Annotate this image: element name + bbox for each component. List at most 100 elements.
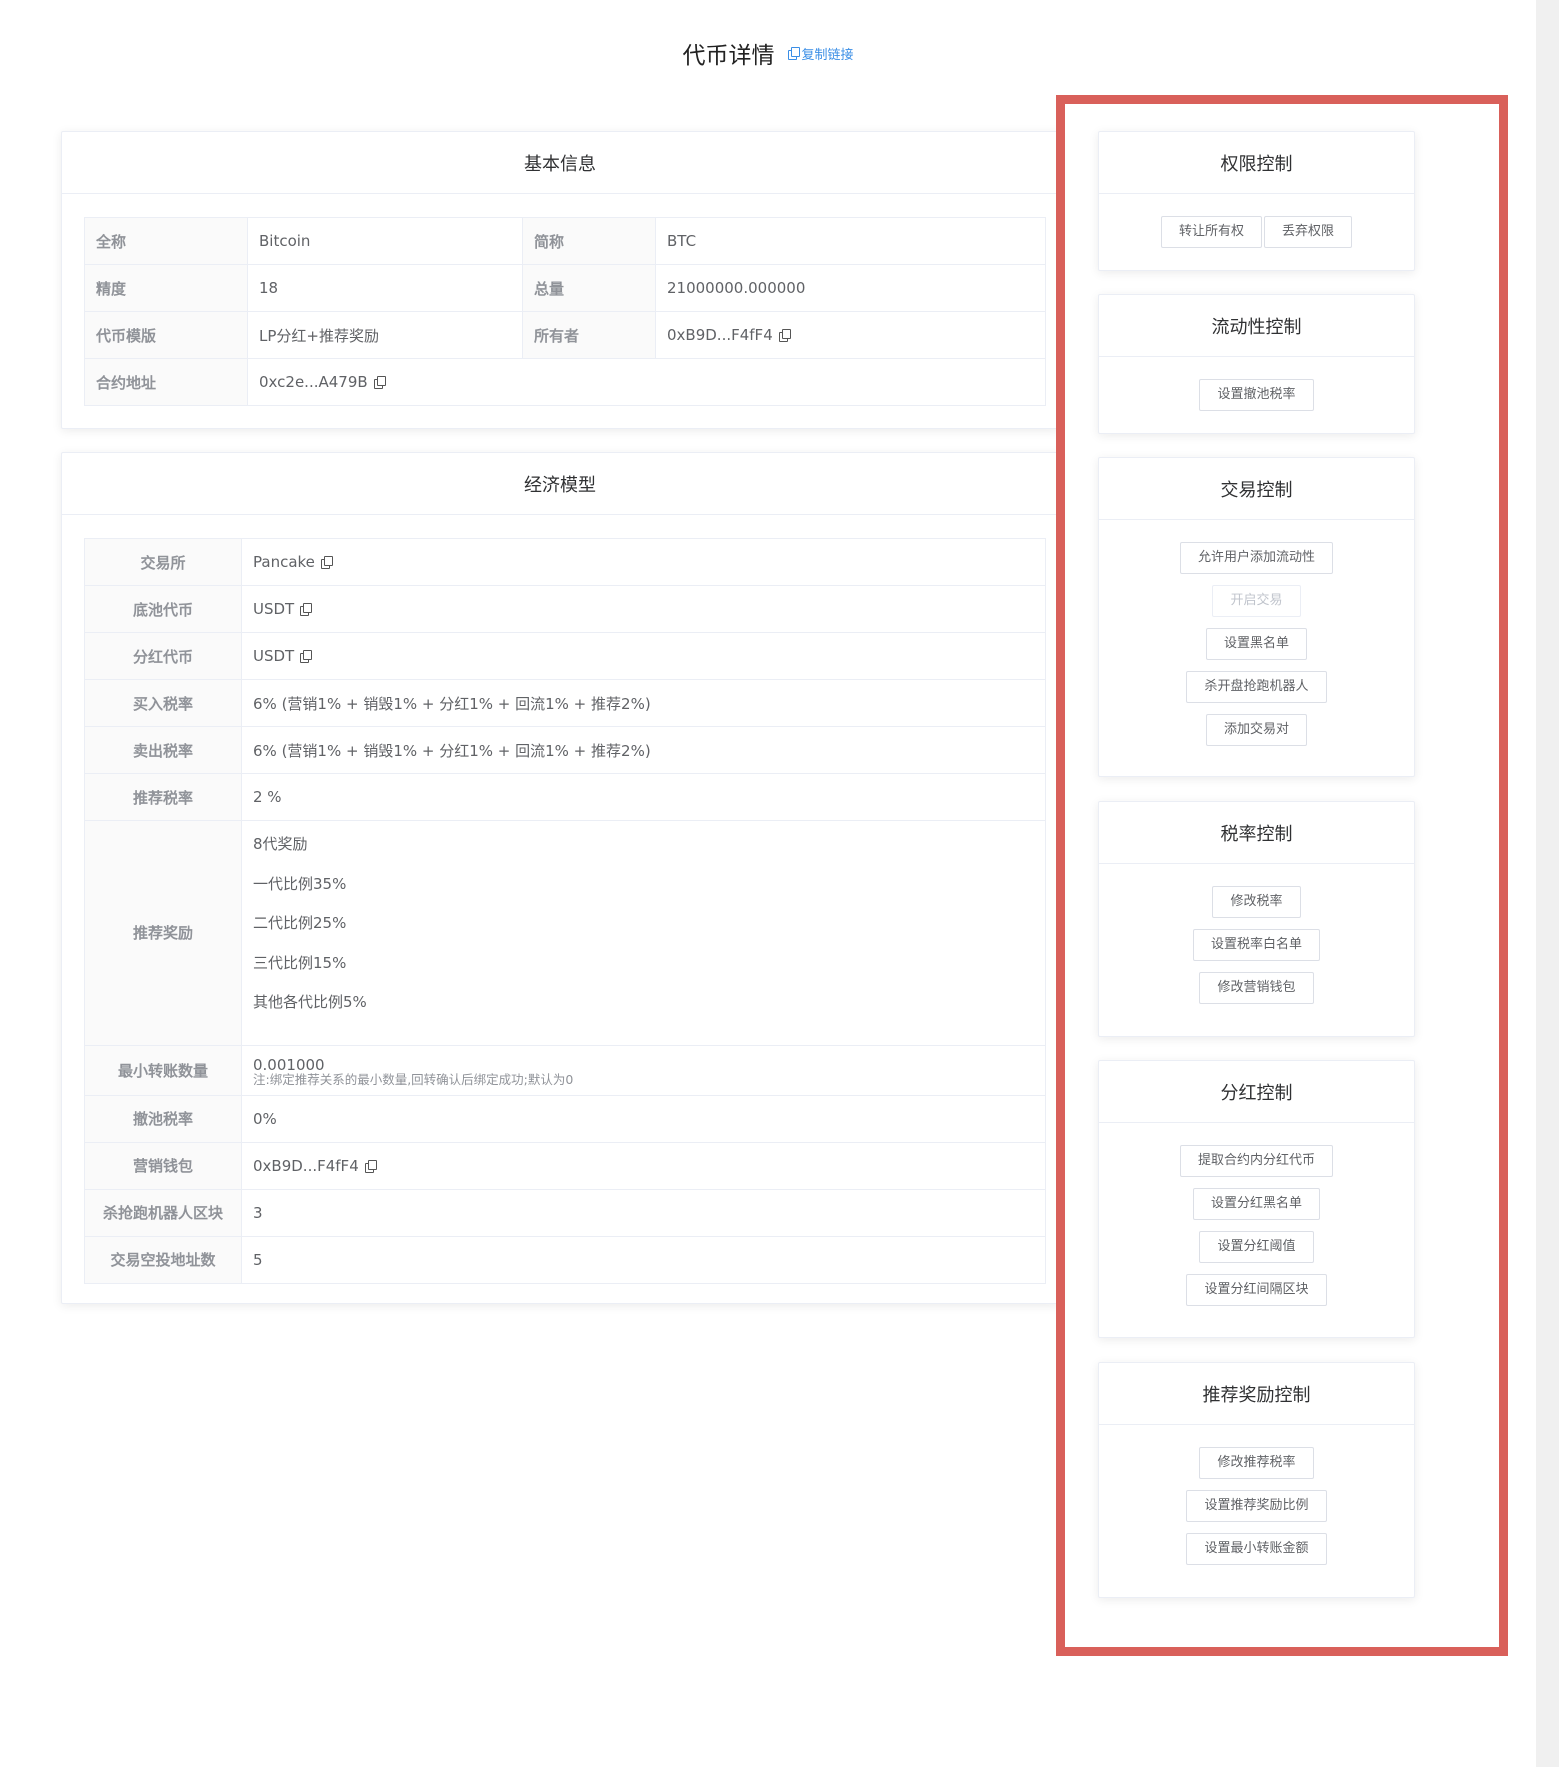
- reward-line: 其他各代比例5%: [253, 993, 367, 1011]
- label-remove-lp-tax: 撤池税率: [84, 1094, 242, 1143]
- economic-model-title: 经济模型: [62, 453, 1058, 515]
- table-row: 分红代币 USDT: [84, 632, 1046, 680]
- dividend-control-title: 分红控制: [1099, 1061, 1414, 1123]
- label-referral-reward: 推荐奖励: [84, 820, 242, 1046]
- set-tax-whitelist-button[interactable]: 设置税率白名单: [1192, 929, 1320, 961]
- value-owner-cell: 0xB9D...F4fF4: [655, 311, 1046, 359]
- label-anti-bot-blocks: 杀抢跑机器人区块: [84, 1188, 242, 1237]
- table-row: 撤池税率 0%: [84, 1094, 1046, 1143]
- label-symbol: 简称: [522, 217, 656, 265]
- modify-referral-tax-button[interactable]: 修改推荐税率: [1199, 1447, 1314, 1479]
- value-remove-lp-tax: 0%: [241, 1094, 1046, 1143]
- tax-control-card: 税率控制 修改税率 设置税率白名单 修改营销钱包: [1098, 801, 1415, 1037]
- dividend-control-buttons: 提取合约内分红代币 设置分红黑名单 设置分红阈值 设置分红间隔区块: [1099, 1123, 1414, 1306]
- value-referral-tax: 2 %: [241, 773, 1046, 821]
- table-row: 杀抢跑机器人区块 3: [84, 1188, 1046, 1237]
- value-min-transfer-cell: 0.001000 注:绑定推荐关系的最小数量,回转确认后绑定成功;默认为0: [241, 1044, 1046, 1096]
- reward-line: 三代比例15%: [253, 953, 347, 972]
- copy-icon[interactable]: [300, 603, 313, 616]
- set-dividend-blacklist-button[interactable]: 设置分红黑名单: [1192, 1188, 1320, 1220]
- table-row: 交易所 Pancake: [84, 538, 1046, 586]
- set-dividend-threshold-button[interactable]: 设置分红阈值: [1199, 1231, 1314, 1263]
- value-marketing-wallet: 0xB9D...F4fF4: [253, 1156, 359, 1175]
- label-marketing-wallet: 营销钱包: [84, 1141, 242, 1190]
- table-row: 卖出税率 6% (营销1% + 销毁1% + 分红1% + 回流1% + 推荐2…: [84, 726, 1046, 774]
- label-buy-tax: 买入税率: [84, 679, 242, 727]
- reward-line: 二代比例25%: [253, 914, 347, 932]
- table-row: 代币模版 LP分红+推荐奖励 所有者 0xB9D...F4fF4: [84, 311, 1046, 359]
- referral-control-buttons: 修改推荐税率 设置推荐奖励比例 设置最小转账金额: [1099, 1425, 1414, 1565]
- set-referral-ratio-button[interactable]: 设置推荐奖励比例: [1186, 1490, 1327, 1522]
- modify-marketing-wallet-button[interactable]: 修改营销钱包: [1199, 972, 1314, 1004]
- kill-snipe-bot-button[interactable]: 杀开盘抢跑机器人: [1186, 671, 1327, 703]
- copy-icon[interactable]: [320, 556, 333, 569]
- withdraw-dividend-token-button[interactable]: 提取合约内分红代币: [1179, 1145, 1333, 1177]
- copy-icon[interactable]: [300, 650, 313, 663]
- page-title: 代币详情: [682, 43, 775, 69]
- copy-link-label: 复制链接: [801, 47, 854, 63]
- copy-icon: [788, 47, 801, 60]
- modify-tax-button[interactable]: 修改税率: [1212, 886, 1301, 918]
- referral-control-card: 推荐奖励控制 修改推荐税率 设置推荐奖励比例 设置最小转账金额: [1098, 1362, 1415, 1598]
- label-exchange: 交易所: [84, 538, 242, 586]
- copy-link-button[interactable]: 复制链接: [788, 44, 854, 63]
- set-remove-lp-tax-button[interactable]: 设置撤池税率: [1199, 379, 1314, 411]
- value-contract-address-cell: 0xc2e...A479B: [247, 358, 1046, 406]
- value-buy-tax: 6% (营销1% + 销毁1% + 分红1% + 回流1% + 推荐2%): [241, 679, 1046, 727]
- economic-model-table: 交易所 Pancake 底池代币 USDT 分红代币 USDT 买入税率 6% …: [84, 538, 1046, 1284]
- table-row: 精度 18 总量 21000000.000000: [84, 264, 1046, 312]
- copy-icon[interactable]: [373, 376, 386, 389]
- liquidity-control-card: 流动性控制 设置撤池税率: [1098, 294, 1415, 434]
- permission-control-buttons: 转让所有权 丢弃权限: [1099, 194, 1414, 248]
- add-pair-button[interactable]: 添加交易对: [1205, 714, 1307, 746]
- label-owner: 所有者: [522, 311, 656, 359]
- value-full-name: Bitcoin: [247, 217, 523, 265]
- reward-line: 8代奖励: [253, 835, 308, 853]
- liquidity-control-buttons: 设置撤池税率: [1099, 357, 1414, 411]
- set-dividend-interval-button[interactable]: 设置分红间隔区块: [1186, 1274, 1327, 1306]
- allow-add-liquidity-button[interactable]: 允许用户添加流动性: [1179, 542, 1333, 574]
- value-exchange-cell: Pancake: [241, 538, 1046, 586]
- table-row: 交易空投地址数 5: [84, 1235, 1046, 1284]
- page-scrollbar[interactable]: [1536, 0, 1559, 1767]
- table-row: 全称 Bitcoin 简称 BTC: [84, 217, 1046, 265]
- label-min-transfer: 最小转账数量: [84, 1044, 242, 1096]
- value-template: LP分红+推荐奖励: [247, 311, 523, 359]
- tax-control-buttons: 修改税率 设置税率白名单 修改营销钱包: [1099, 864, 1414, 1004]
- tax-control-title: 税率控制: [1099, 802, 1414, 864]
- value-min-transfer: 0.001000: [253, 1056, 325, 1074]
- label-template: 代币模版: [84, 311, 248, 359]
- set-blacklist-button[interactable]: 设置黑名单: [1205, 628, 1307, 660]
- permission-control-title: 权限控制: [1099, 132, 1414, 194]
- renounce-ownership-button[interactable]: 丢弃权限: [1264, 216, 1353, 248]
- min-transfer-note: 注:绑定推荐关系的最小数量,回转确认后绑定成功;默认为0: [253, 1072, 574, 1087]
- label-airdrop-count: 交易空投地址数: [84, 1235, 242, 1284]
- value-contract-address: 0xc2e...A479B: [259, 373, 368, 391]
- value-anti-bot-blocks: 3: [241, 1188, 1046, 1237]
- value-airdrop-count: 5: [241, 1235, 1046, 1284]
- enable-trading-button[interactable]: 开启交易: [1212, 585, 1301, 617]
- label-base-token: 底池代币: [84, 585, 242, 633]
- label-contract-address: 合约地址: [84, 358, 248, 406]
- label-decimals: 精度: [84, 264, 248, 312]
- value-base-token-cell: USDT: [241, 585, 1046, 633]
- value-dividend-token: USDT: [253, 647, 295, 665]
- value-symbol: BTC: [655, 217, 1046, 265]
- trade-control-title: 交易控制: [1099, 458, 1414, 520]
- table-row: 买入税率 6% (营销1% + 销毁1% + 分红1% + 回流1% + 推荐2…: [84, 679, 1046, 727]
- economic-model-card: 经济模型 交易所 Pancake 底池代币 USDT 分红代币 USDT 买入税…: [61, 452, 1059, 1304]
- copy-icon[interactable]: [778, 329, 791, 342]
- value-total-supply: 21000000.000000: [655, 264, 1046, 312]
- copy-icon[interactable]: [364, 1159, 377, 1173]
- set-min-transfer-button[interactable]: 设置最小转账金额: [1186, 1533, 1327, 1565]
- trade-control-buttons: 允许用户添加流动性 开启交易 设置黑名单 杀开盘抢跑机器人 添加交易对: [1099, 520, 1414, 746]
- trade-control-card: 交易控制 允许用户添加流动性 开启交易 设置黑名单 杀开盘抢跑机器人 添加交易对: [1098, 457, 1415, 777]
- table-row: 最小转账数量 0.001000 注:绑定推荐关系的最小数量,回转确认后绑定成功;…: [84, 1044, 1046, 1096]
- dividend-control-card: 分红控制 提取合约内分红代币 设置分红黑名单 设置分红阈值 设置分红间隔区块: [1098, 1060, 1415, 1338]
- transfer-ownership-button[interactable]: 转让所有权: [1160, 216, 1262, 248]
- value-owner: 0xB9D...F4fF4: [667, 326, 773, 344]
- label-sell-tax: 卖出税率: [84, 726, 242, 774]
- value-decimals: 18: [247, 264, 523, 312]
- table-row: 推荐奖励 8代奖励 一代比例35% 二代比例25% 三代比例15% 其他各代比例…: [84, 820, 1046, 1046]
- value-base-token: USDT: [253, 600, 295, 618]
